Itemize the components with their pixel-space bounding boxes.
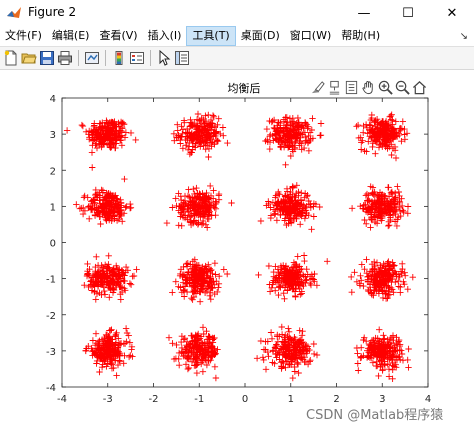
y-tick-label: -2 [46, 311, 56, 322]
y-tick-label: 1 [50, 202, 56, 213]
y-tick-label: -4 [46, 383, 56, 394]
y-tick-label: -1 [46, 275, 56, 286]
x-tick-label: 1 [288, 394, 294, 405]
watermark: CSDN @Matlab程序猿 [306, 408, 444, 423]
scatter-plot[interactable]: -4 -3 -2 -1 0 1 2 3 4-4-3-2-101234 均衡后 [0, 0, 474, 430]
y-tick-label: 2 [50, 166, 56, 177]
x-tick-label: 0 [242, 394, 248, 405]
x-tick-label: -2 [149, 394, 159, 405]
x-tick-label: -3 [103, 394, 113, 405]
chart-title: 均衡后 [228, 82, 261, 95]
x-tick-label: -1 [194, 394, 204, 405]
y-tick-label: 0 [50, 239, 56, 250]
y-tick-label: 3 [50, 130, 56, 141]
x-tick-label: -4 [57, 394, 67, 405]
y-tick-label: -3 [46, 347, 56, 358]
y-tick-label: 4 [50, 94, 56, 105]
